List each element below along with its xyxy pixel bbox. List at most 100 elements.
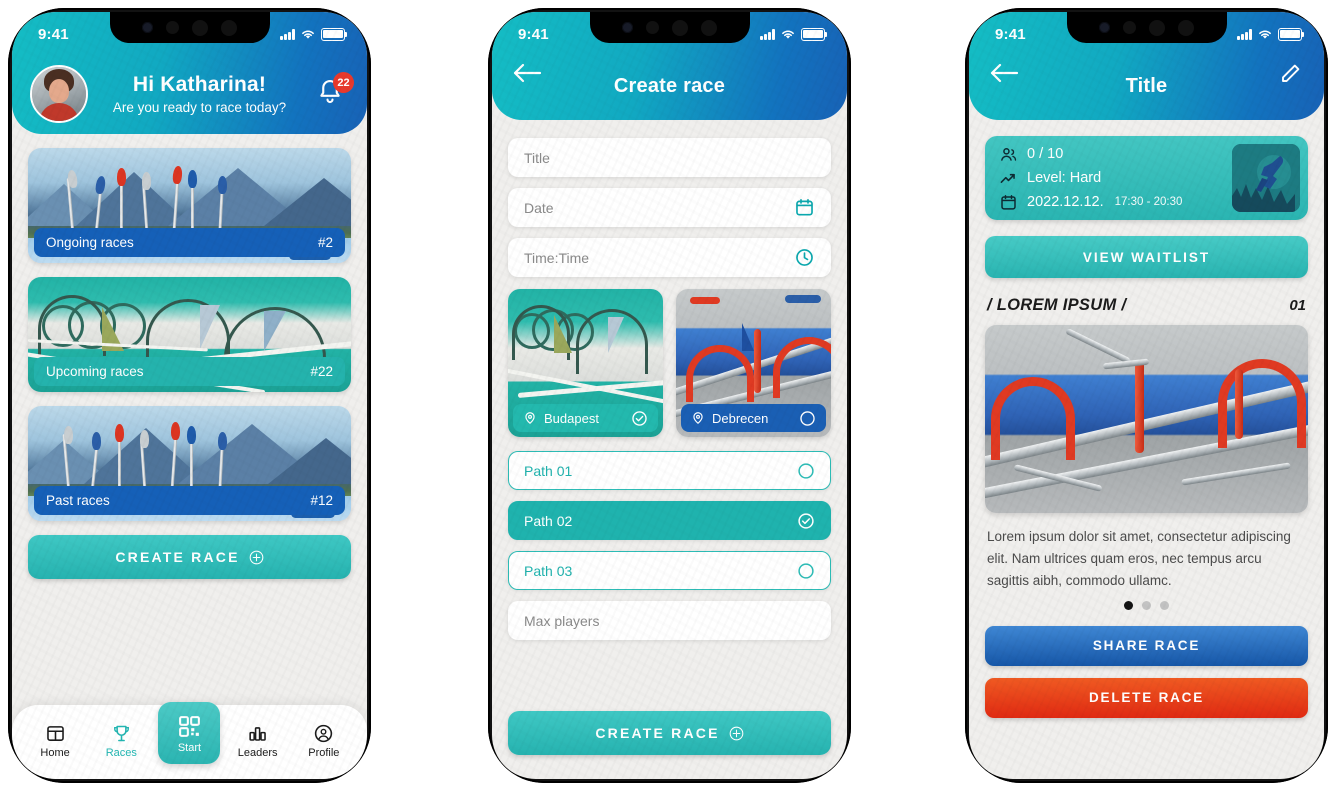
phone-create-race: 9:41 Create race Title Date Time:Time Bu… [488,8,851,783]
sensor-dot [646,21,659,34]
path-option-03[interactable]: Path 03 [508,551,831,590]
tab-start[interactable]: Start [158,702,221,764]
race-card-label: Ongoing races [46,235,134,250]
view-waitlist-button[interactable]: VIEW WAITLIST [985,236,1308,278]
location-label-bar: Debrecen [681,404,826,432]
notification-button[interactable]: 22 [315,72,354,111]
create-race-label: CREATE RACE [115,549,240,565]
plus-circle-icon [729,726,743,740]
race-date-row: 2022.12.12. 17:30 - 20:30 [999,193,1232,212]
date-input[interactable]: Date [508,188,831,227]
phone-race-detail: 9:41 Title 0 / 10 Level: Hard 2022.12.12… [965,8,1328,783]
location-selector: Budapest Debrecen [508,289,831,437]
wifi-icon [1259,30,1271,39]
time-input[interactable]: Time:Time [508,238,831,277]
path-option-02[interactable]: Path 02 [508,501,831,540]
bar-chart-icon [249,727,266,741]
pencil-icon [1282,64,1300,82]
battery-icon [1278,27,1305,41]
path-label: Path 01 [524,462,573,479]
back-button[interactable] [989,62,1019,86]
tab-profile[interactable]: Profile [295,715,353,759]
tab-home[interactable]: Home [26,715,84,759]
pager-dot-2[interactable] [1142,600,1151,610]
submit-create-race-button[interactable]: CREATE RACE [508,711,831,755]
race-card-count: #12 [310,493,333,508]
front-camera-icon [1099,22,1110,33]
race-card-upcoming[interactable]: Upcoming races #22 [28,277,351,392]
page-title: Create race [613,74,726,97]
tab-races[interactable]: Races [92,715,150,759]
circle-icon [798,562,814,579]
device-notch [589,12,750,43]
wifi-icon [782,30,794,39]
location-card-budapest[interactable]: Budapest [508,289,663,437]
path-option-01[interactable]: Path 01 [508,451,831,490]
edit-button[interactable] [1278,62,1302,86]
location-pin-icon [525,412,535,425]
notification-badge: 22 [333,72,354,93]
section-title: / LOREM IPSUM / [987,296,1127,314]
speaker-dot [672,19,688,36]
speaker-dot [1149,19,1165,36]
race-card-label-bar: Upcoming races #22 [34,357,345,386]
circle-icon [800,410,815,426]
race-card-past[interactable]: Past races #12 [28,406,351,521]
device-notch [109,12,270,43]
race-card-label: Past races [46,493,110,508]
delete-race-button[interactable]: DELETE RACE [985,677,1308,718]
pager-dot-3[interactable] [1160,600,1169,610]
front-camera-icon [622,22,633,33]
battery-icon [321,27,348,41]
check-circle-icon [632,410,647,426]
race-thumbnail [1232,144,1300,212]
view-waitlist-label: VIEW WAITLIST [1082,249,1211,265]
race-date: 2022.12.12. [1027,194,1104,210]
max-players-input[interactable]: Max players [508,601,831,640]
back-button[interactable] [512,62,542,86]
path-label: Path 02 [524,512,573,529]
avatar[interactable] [30,65,88,123]
sensor-dot-2 [1178,19,1194,36]
clock-icon [796,249,813,266]
tab-start-label: Start [177,741,202,754]
title-input-placeholder: Title [524,149,550,166]
create-race-button[interactable]: CREATE RACE [28,535,351,579]
sensor-dot-2 [221,19,237,36]
create-race-screen: 9:41 Create race Title Date Time:Time Bu… [492,12,847,779]
signal-bars-icon [280,28,295,40]
race-level-row: Level: Hard [999,169,1232,188]
home-screen: 9:41 Hi Katharina! Are you ready to race… [12,12,367,779]
race-card-ongoing[interactable]: Ongoing races #2 [28,148,351,263]
home-body: Ongoing races #2 Upcoming races #22 Past… [12,134,367,779]
race-detail-body: 0 / 10 Level: Hard 2022.12.12. 17:30 - 2… [969,120,1324,779]
location-pin-icon [693,412,703,425]
race-gallery-image[interactable] [985,325,1308,513]
race-card-image: Ongoing races #2 [28,148,351,263]
table-icon [46,726,64,741]
share-race-button[interactable]: SHARE RACE [985,625,1308,666]
section-number: 01 [1289,297,1306,314]
tab-home-label: Home [40,747,70,759]
max-players-placeholder: Max players [524,612,600,629]
race-players: 0 / 10 [1027,146,1064,162]
location-name: Budapest [544,410,599,426]
mockup-stage: 9:41 Hi Katharina! Are you ready to race… [0,0,1344,791]
check-circle-icon [798,512,814,529]
signal-bars-icon [1237,28,1252,40]
tab-leaders-label: Leaders [237,747,278,759]
tab-races-label: Races [105,747,137,759]
tab-leaders[interactable]: Leaders [229,715,287,759]
location-card-debrecen[interactable]: Debrecen [676,289,831,437]
sensor-dot [1123,21,1136,34]
sensor-dot-2 [701,19,717,36]
device-notch [1066,12,1227,43]
speaker-dot [192,19,208,36]
race-info-list: 0 / 10 Level: Hard 2022.12.12. 17:30 - 2… [999,145,1232,212]
race-card-label-bar: Past races #12 [34,486,345,515]
status-icons [1237,27,1305,41]
jumper-illustration [1232,144,1300,212]
share-race-label: SHARE RACE [1092,638,1201,654]
title-input[interactable]: Title [508,138,831,177]
pager-dot-1[interactable] [1124,600,1133,610]
